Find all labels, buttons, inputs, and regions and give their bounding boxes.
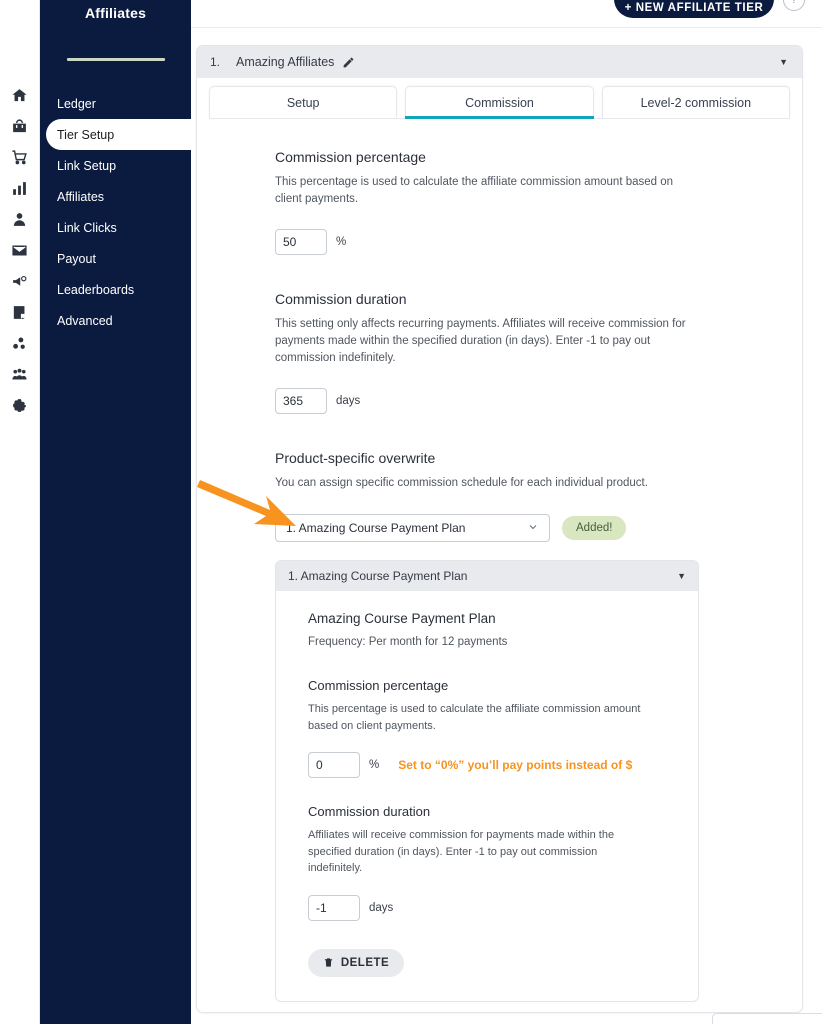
app-root: Affiliates Ledger Tier Setup Link Setup … bbox=[0, 0, 822, 1024]
sidebar-item-label: Ledger bbox=[57, 96, 96, 111]
product-commission-duration-description: Affiliates will receive commission for p… bbox=[308, 829, 615, 875]
chevron-down-icon[interactable]: ▼ bbox=[779, 57, 788, 67]
sidebar-item-label: Affiliates bbox=[57, 189, 105, 204]
bar-chart-icon[interactable] bbox=[7, 175, 33, 201]
commission-duration-field-row: days bbox=[275, 388, 766, 415]
product-commission-percentage-unit: % bbox=[369, 759, 380, 772]
delete-button-label: DELETE bbox=[340, 956, 390, 969]
tier-number: 1. bbox=[210, 55, 221, 69]
people-icon[interactable] bbox=[7, 361, 33, 387]
product-select-row: 1. Amazing Course Payment Plan Added! bbox=[275, 514, 766, 543]
sidebar-item-link-clicks[interactable]: Link Clicks bbox=[40, 212, 191, 243]
product-commission-percentage-input[interactable] bbox=[308, 752, 360, 779]
bottom-partial-field[interactable] bbox=[712, 1013, 822, 1024]
tab-level-2-commission[interactable]: Level-2 commission bbox=[601, 86, 790, 118]
sidebar-item-label: Tier Setup bbox=[57, 127, 115, 142]
sidebar-item-link-setup[interactable]: Link Setup bbox=[40, 150, 191, 181]
megaphone-icon[interactable] bbox=[7, 268, 33, 294]
book-icon[interactable] bbox=[7, 299, 33, 325]
sidebar-item-tier-setup[interactable]: Tier Setup bbox=[46, 119, 191, 150]
tier-card-header[interactable]: 1. Amazing Affiliates ▼ bbox=[197, 46, 802, 78]
envelope-icon[interactable] bbox=[7, 237, 33, 263]
tab-label: Level-2 commission bbox=[640, 95, 752, 110]
main-content: + NEW AFFILIATE TIER ? 1. Amazing Affili… bbox=[191, 0, 822, 1024]
commission-duration-description: This setting only affects recurring paym… bbox=[275, 318, 686, 364]
tab-commission[interactable]: Commission bbox=[405, 86, 594, 119]
tab-label: Setup bbox=[286, 95, 320, 110]
home-icon[interactable] bbox=[7, 82, 33, 108]
chevron-down-icon bbox=[527, 521, 539, 536]
commission-percentage-input[interactable] bbox=[275, 229, 327, 256]
sidebar-item-leaderboards[interactable]: Leaderboards bbox=[40, 274, 191, 305]
product-commission-duration-input[interactable] bbox=[308, 894, 360, 921]
gear-icon[interactable] bbox=[7, 392, 33, 418]
product-card: 1. Amazing Course Payment Plan ▼ Amazing… bbox=[275, 560, 699, 1002]
tab-label: Commission bbox=[465, 95, 534, 110]
icon-rail bbox=[0, 0, 40, 1024]
sidebar-item-label: Leaderboards bbox=[57, 282, 135, 297]
top-bar: + NEW AFFILIATE TIER ? bbox=[191, 0, 822, 28]
sidebar-item-advanced[interactable]: Advanced bbox=[40, 305, 191, 336]
sidebar-nav: Ledger Tier Setup Link Setup Affiliates … bbox=[40, 88, 191, 336]
sidebar-title: Affiliates bbox=[84, 5, 147, 21]
sidebar-item-payout[interactable]: Payout bbox=[40, 243, 191, 274]
commission-percentage-unit: % bbox=[336, 236, 347, 249]
product-commission-percentage-description: This percentage is used to calculate the… bbox=[308, 703, 641, 732]
chevron-down-icon[interactable]: ▼ bbox=[677, 571, 686, 581]
cart-icon[interactable] bbox=[7, 144, 33, 170]
sidebar-divider bbox=[66, 58, 165, 61]
sidebar-item-label: Advanced bbox=[57, 313, 113, 328]
affiliates-sidebar: Affiliates Ledger Tier Setup Link Setup … bbox=[40, 0, 191, 1024]
tab-setup[interactable]: Setup bbox=[209, 86, 398, 118]
product-name: Amazing Course Payment Plan bbox=[308, 611, 496, 627]
sidebar-item-affiliates[interactable]: Affiliates bbox=[40, 181, 191, 212]
product-card-body: Amazing Course Payment Plan Frequency: P… bbox=[276, 591, 698, 1001]
product-commission-percentage-field-row: % Set to “0%” you’ll pay points instead … bbox=[308, 752, 670, 779]
product-overwrite-description: You can assign specific commission sched… bbox=[275, 477, 648, 490]
person-icon[interactable] bbox=[7, 206, 33, 232]
pencil-icon[interactable] bbox=[342, 56, 355, 69]
sidebar-item-label: Payout bbox=[57, 251, 96, 266]
product-card-header[interactable]: 1. Amazing Course Payment Plan ▼ bbox=[276, 561, 698, 592]
commission-panel: Commission percentage This percentage is… bbox=[197, 119, 802, 1012]
commission-duration-title: Commission duration bbox=[275, 291, 407, 308]
sidebar-item-label: Link Setup bbox=[57, 158, 117, 173]
product-overwrite-title: Product-specific overwrite bbox=[275, 450, 436, 467]
commission-percentage-description: This percentage is used to calculate the… bbox=[275, 176, 674, 205]
commission-duration-input[interactable] bbox=[275, 388, 327, 415]
product-frequency: Frequency: Per month for 12 payments bbox=[308, 636, 508, 649]
new-affiliate-tier-button[interactable]: + NEW AFFILIATE TIER bbox=[614, 0, 774, 18]
product-card-header-label: 1. Amazing Course Payment Plan bbox=[288, 569, 468, 584]
trash-icon bbox=[323, 957, 334, 968]
tier-title: Amazing Affiliates bbox=[236, 55, 335, 69]
help-icon[interactable]: ? bbox=[783, 0, 805, 11]
delete-button[interactable]: DELETE bbox=[308, 948, 404, 977]
commission-duration-unit: days bbox=[336, 395, 361, 408]
sidebar-item-label: Link Clicks bbox=[57, 220, 117, 235]
product-select[interactable]: 1. Amazing Course Payment Plan bbox=[275, 514, 550, 543]
commission-percentage-field-row: % bbox=[275, 229, 766, 256]
product-commission-duration-unit: days bbox=[369, 901, 394, 914]
points-note: Set to “0%” you’ll pay points instead of… bbox=[398, 758, 633, 773]
product-commission-duration-field-row: days bbox=[308, 894, 670, 921]
tier-tabs: Setup Commission Level-2 commission bbox=[197, 78, 802, 119]
commission-percentage-title: Commission percentage bbox=[275, 149, 426, 165]
dots-group-icon[interactable] bbox=[7, 330, 33, 356]
tier-card: 1. Amazing Affiliates ▼ Setup Commission… bbox=[196, 45, 803, 1013]
product-commission-percentage-title: Commission percentage bbox=[308, 678, 449, 694]
added-badge: Added! bbox=[562, 516, 627, 541]
sidebar-item-ledger[interactable]: Ledger bbox=[40, 88, 191, 119]
product-commission-duration-title: Commission duration bbox=[308, 804, 431, 820]
product-select-value: 1. Amazing Course Payment Plan bbox=[286, 521, 466, 536]
shop-bag-icon[interactable] bbox=[7, 113, 33, 139]
